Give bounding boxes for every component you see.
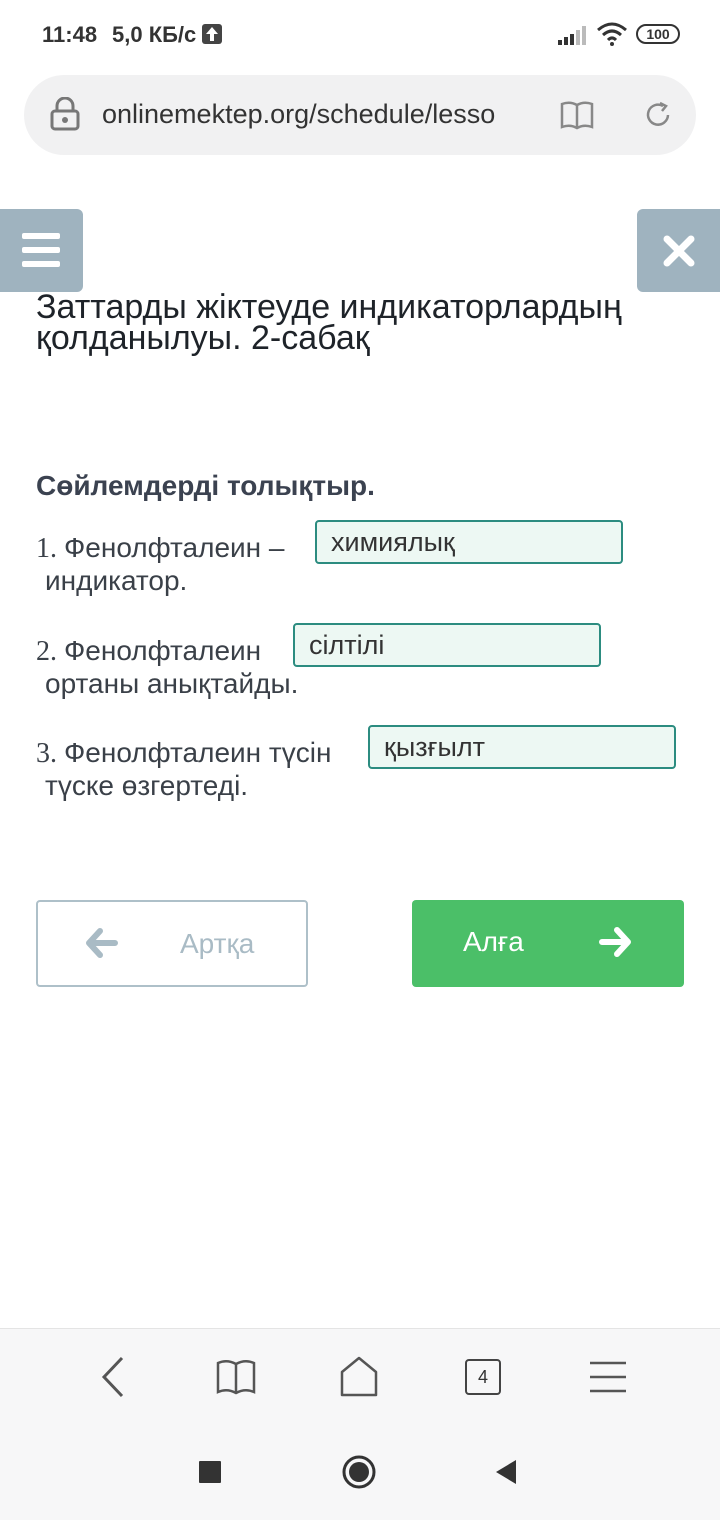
- system-nav-bar: [0, 1424, 720, 1520]
- sentence-text-before: Фенолфталеин –: [64, 532, 285, 563]
- sentence-text-after: индикатор.: [45, 565, 188, 596]
- tabs-icon[interactable]: 4: [465, 1359, 501, 1395]
- arrow-left-icon: [86, 928, 118, 963]
- sentence-3: 3. Фенолфталеин түсін түске өзгертеді.: [36, 737, 331, 802]
- answer-field-3[interactable]: қызғылт: [368, 725, 676, 769]
- sentence-number: 2.: [36, 636, 57, 667]
- url-text[interactable]: onlinemektep.org/schedule/lesso: [102, 99, 522, 130]
- address-bar[interactable]: onlinemektep.org/schedule/lesso: [24, 75, 696, 155]
- reload-icon[interactable]: [642, 99, 674, 136]
- sentence-number: 3.: [36, 738, 57, 769]
- sentence-text-before: Фенолфталеин түсін: [64, 737, 332, 768]
- answer-field-1[interactable]: химиялық: [315, 520, 623, 564]
- back-button-label: Артқа: [180, 928, 255, 959]
- menu-icon[interactable]: [589, 1360, 627, 1399]
- lock-icon[interactable]: [50, 96, 80, 136]
- sentence-2: 2. Фенолфталеин ортаны анықтайды.: [36, 635, 298, 700]
- sentence-number: 1.: [36, 533, 57, 564]
- close-icon: [663, 235, 695, 267]
- arrow-right-icon: [598, 927, 632, 962]
- instruction: Сөйлемдерді толықтыр.: [36, 470, 375, 501]
- lesson-title: Заттарды жіктеуде индикаторлардың қолдан…: [36, 288, 622, 357]
- status-time: 11:48: [42, 22, 98, 47]
- next-button-label: Алға: [463, 926, 524, 957]
- recents-icon[interactable]: [199, 1461, 221, 1488]
- answer-field-2[interactable]: сілтілі: [293, 623, 601, 667]
- menu-button[interactable]: [0, 209, 83, 292]
- sentence-text-before: Фенолфталеин: [64, 635, 262, 666]
- back-button[interactable]: Артқа: [36, 900, 308, 987]
- home-icon[interactable]: [339, 1355, 379, 1402]
- signal-icon: [558, 25, 588, 50]
- wifi-icon: [596, 22, 628, 51]
- back-triangle-icon[interactable]: [494, 1458, 518, 1491]
- home-circle-icon[interactable]: [341, 1454, 377, 1495]
- next-button[interactable]: Алға: [412, 900, 684, 987]
- status-network-speed: 5,0 КБ/с: [112, 22, 197, 47]
- battery-icon: 100: [636, 24, 680, 44]
- reader-icon[interactable]: [560, 100, 594, 135]
- close-button[interactable]: [637, 209, 720, 292]
- sentence-1: 1. Фенолфталеин – индикатор.: [36, 532, 285, 597]
- bookmarks-icon[interactable]: [216, 1359, 256, 1400]
- sentence-text-after: түске өзгертеді.: [45, 770, 249, 801]
- browser-bottom-bar: 4: [0, 1328, 720, 1425]
- sentence-text-after: ортаны анықтайды.: [45, 668, 299, 699]
- status-bar: 11:48 5,0 КБ/с 100: [0, 0, 720, 68]
- back-icon[interactable]: [98, 1355, 128, 1404]
- upload-icon: [202, 24, 222, 44]
